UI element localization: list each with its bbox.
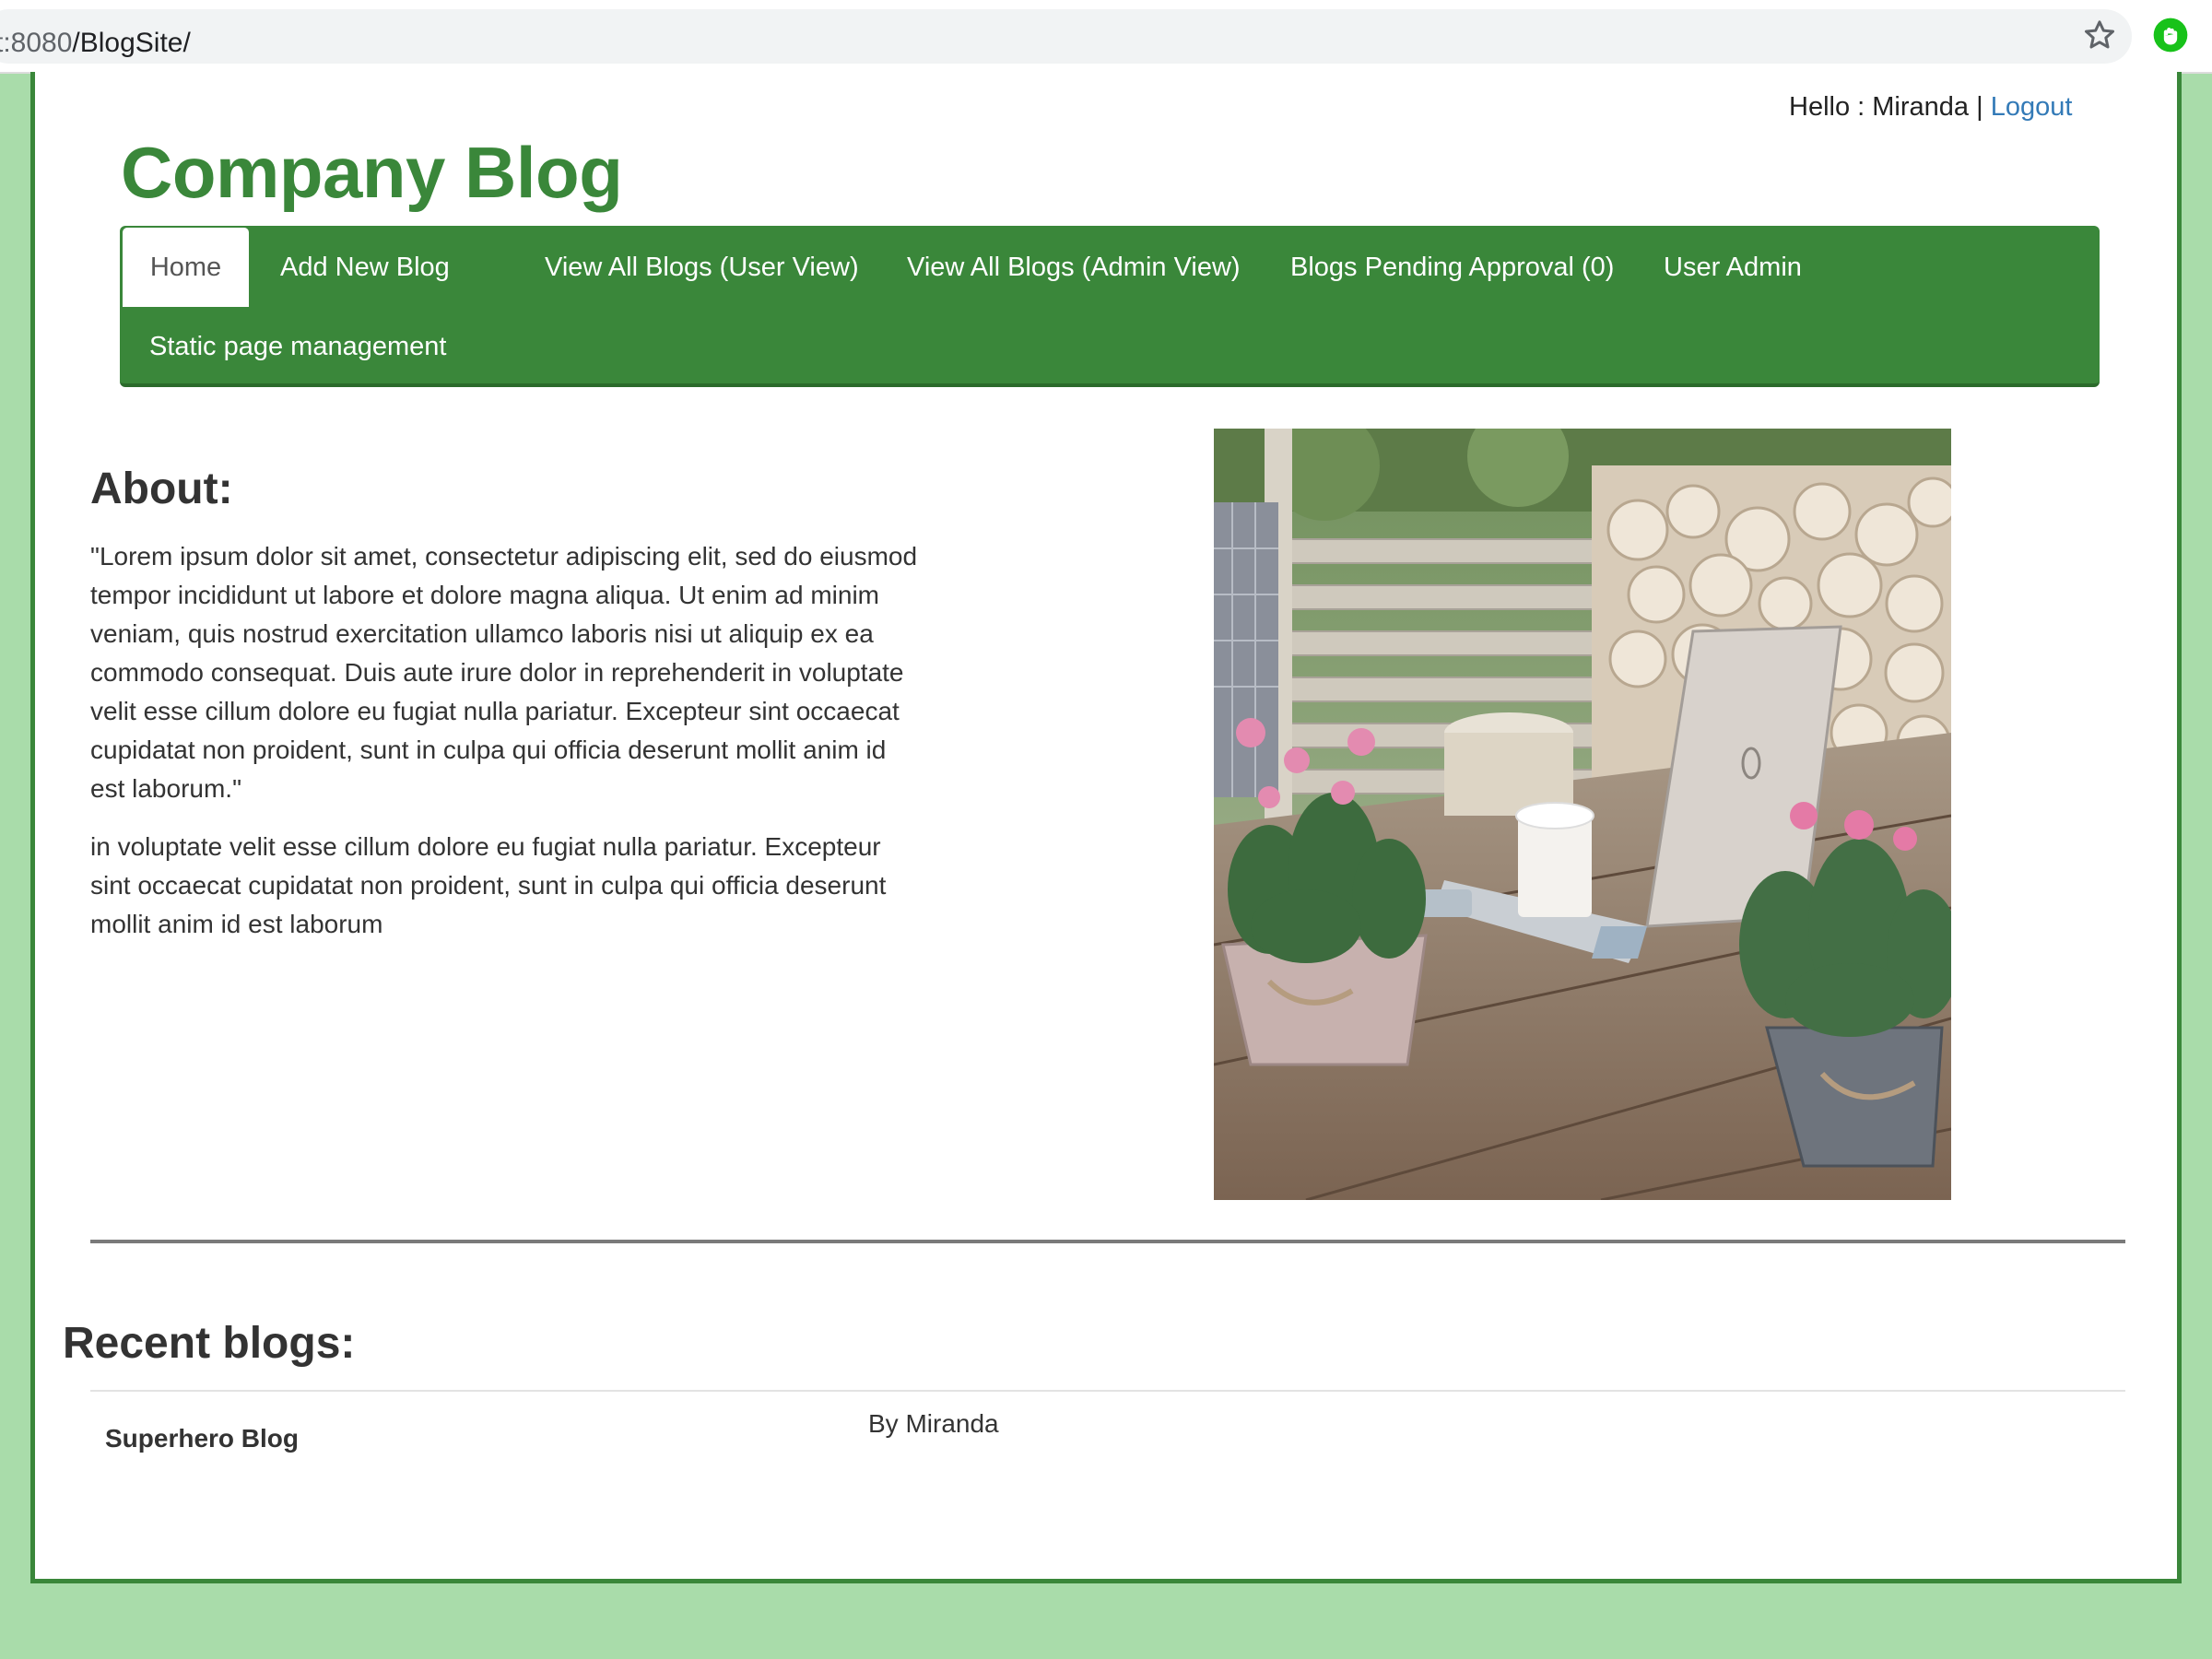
- address-url[interactable]: st:8080/BlogSite/: [0, 28, 191, 59]
- nav-home[interactable]: Home: [123, 228, 249, 307]
- url-path: /BlogSite/: [72, 28, 191, 58]
- extension-icon[interactable]: [2152, 17, 2189, 53]
- main-navbar: Home Add New Blog View All Blogs (User V…: [120, 226, 2100, 387]
- about-image: [1214, 429, 1951, 1200]
- blog-author: By Miranda: [868, 1409, 999, 1438]
- about-paragraph-1: "Lorem ipsum dolor sit amet, consectetur…: [90, 542, 918, 803]
- site-title: Company Blog: [121, 132, 623, 213]
- greeting-text: Hello : Miranda |: [1789, 92, 1983, 122]
- logout-link[interactable]: Logout: [1991, 92, 2073, 122]
- nav-user-admin[interactable]: User Admin: [1664, 228, 1802, 307]
- browser-toolbar: st:8080/BlogSite/: [0, 0, 2212, 74]
- section-divider: [90, 1240, 2125, 1243]
- blog-title-link[interactable]: Superhero Blog: [105, 1424, 299, 1453]
- recent-blogs-heading: Recent blogs:: [63, 1319, 356, 1368]
- about-heading: About:: [90, 465, 233, 513]
- address-bar[interactable]: st:8080/BlogSite/: [0, 9, 2132, 64]
- about-paragraph-2: in voluptate velit esse cillum dolore eu…: [90, 832, 887, 938]
- nav-static-page-management[interactable]: Static page management: [149, 307, 446, 386]
- recent-blogs-divider: [90, 1390, 2125, 1392]
- url-host: st:8080: [0, 28, 73, 58]
- user-greeting: Hello : Miranda | Logout: [1789, 92, 2072, 123]
- nav-view-all-blogs-user[interactable]: View All Blogs (User View): [545, 228, 859, 307]
- star-icon[interactable]: [2081, 17, 2118, 53]
- nav-view-all-blogs-admin[interactable]: View All Blogs (Admin View): [907, 228, 1241, 307]
- nav-blogs-pending-approval[interactable]: Blogs Pending Approval (0): [1290, 228, 1614, 307]
- page-container: Hello : Miranda | Logout Company Blog Ho…: [30, 72, 2182, 1583]
- nav-add-new-blog[interactable]: Add New Blog: [280, 228, 450, 307]
